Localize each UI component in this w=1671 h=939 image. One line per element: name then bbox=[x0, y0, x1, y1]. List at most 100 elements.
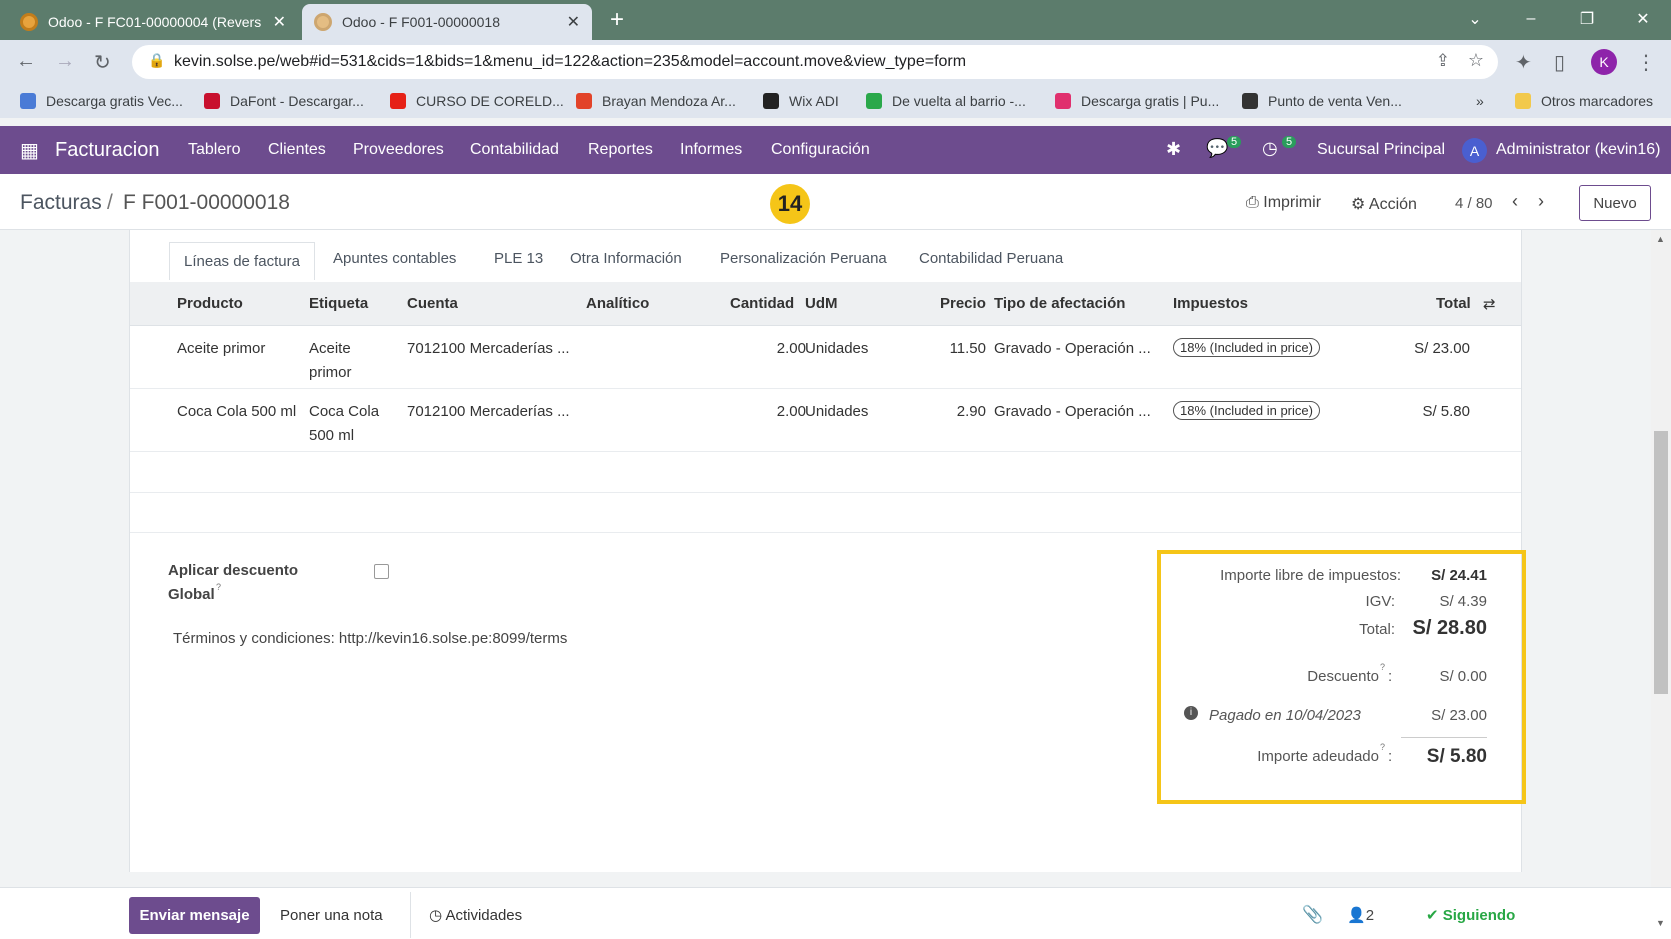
tab-lineas-factura[interactable]: Líneas de factura bbox=[169, 242, 315, 280]
app-name[interactable]: Facturacion bbox=[55, 139, 160, 162]
col-impuestos[interactable]: Impuestos bbox=[1173, 295, 1248, 312]
menu-reportes[interactable]: Reportes bbox=[588, 141, 653, 159]
new-button[interactable]: Nuevo bbox=[1579, 185, 1651, 221]
apps-grid-icon[interactable]: ▦ bbox=[20, 138, 39, 163]
other-bookmarks[interactable]: Otros marcadores bbox=[1515, 93, 1653, 109]
bookmark-item[interactable]: Wix ADI bbox=[763, 93, 839, 109]
untaxed-label: Importe libre de impuestos: bbox=[1220, 567, 1401, 584]
action-button[interactable]: ⚙ Acción bbox=[1351, 194, 1417, 214]
window-close-icon[interactable]: ✕ bbox=[1615, 0, 1671, 38]
messages-icon[interactable]: 💬 bbox=[1206, 138, 1228, 159]
side-panel-icon[interactable]: ▯ bbox=[1554, 50, 1565, 75]
chatter-bar: Enviar mensaje Poner una nota ◷ Activida… bbox=[0, 887, 1671, 939]
scroll-down-icon[interactable]: ▼ bbox=[1656, 918, 1665, 928]
paperclip-icon[interactable]: 📎 bbox=[1302, 905, 1323, 925]
odoo-favicon-icon bbox=[314, 13, 332, 31]
optional-columns-icon[interactable]: ⇄ bbox=[1483, 295, 1496, 313]
table-row[interactable]: Coca Cola 500 ml Coca Cola 500 ml 701210… bbox=[130, 389, 1521, 452]
tab-apuntes-contables[interactable]: Apuntes contables bbox=[333, 250, 456, 267]
line-qty: 2.00 bbox=[776, 340, 806, 357]
info-icon[interactable]: i bbox=[1184, 706, 1198, 720]
bookmark-item[interactable]: Descarga gratis Vec... bbox=[20, 93, 183, 109]
help-icon[interactable]: ? bbox=[216, 582, 221, 592]
following-button[interactable]: ✔ Siguiendo bbox=[1426, 906, 1515, 924]
extensions-icon[interactable]: ✦ bbox=[1515, 50, 1532, 75]
total-value: S/ 28.80 bbox=[1412, 617, 1487, 639]
menu-tablero[interactable]: Tablero bbox=[188, 141, 240, 159]
send-message-button[interactable]: Enviar mensaje bbox=[129, 897, 260, 934]
bookmark-item[interactable]: Descarga gratis | Pu... bbox=[1055, 93, 1219, 109]
more-bookmarks-icon[interactable]: » bbox=[1476, 93, 1484, 109]
profile-avatar[interactable]: K bbox=[1591, 49, 1617, 75]
menu-contabilidad[interactable]: Contabilidad bbox=[470, 141, 559, 159]
menu-configuracion[interactable]: Configuración bbox=[771, 141, 870, 159]
bookmark-item[interactable]: De vuelta al barrio -... bbox=[866, 93, 1026, 109]
col-etiqueta[interactable]: Etiqueta bbox=[309, 295, 368, 312]
tab-personalizacion-peruana[interactable]: Personalización Peruana bbox=[720, 250, 887, 267]
new-tab-icon[interactable]: + bbox=[610, 6, 624, 34]
bookmark-icon bbox=[1055, 93, 1071, 109]
col-total[interactable]: Total bbox=[1436, 295, 1471, 312]
tab-otra-informacion[interactable]: Otra Información bbox=[570, 250, 682, 267]
empty-row[interactable] bbox=[130, 452, 1521, 493]
scroll-up-icon[interactable]: ▲ bbox=[1656, 234, 1665, 244]
followers-button[interactable]: 👤2 bbox=[1347, 906, 1374, 924]
discount-label: Descuento bbox=[1307, 668, 1379, 685]
col-cuenta[interactable]: Cuenta bbox=[407, 295, 458, 312]
empty-row[interactable] bbox=[130, 493, 1521, 533]
restore-icon[interactable]: ❐ bbox=[1559, 0, 1615, 38]
tab-contabilidad-peruana[interactable]: Contabilidad Peruana bbox=[919, 250, 1063, 267]
print-button[interactable]: ⎙ Imprimir bbox=[1246, 194, 1321, 212]
address-bar[interactable]: 🔒 kevin.solse.pe/web#id=531&cids=1&bids=… bbox=[132, 45, 1498, 79]
back-icon[interactable]: ← bbox=[16, 50, 36, 73]
chevron-left-icon[interactable]: ‹ bbox=[1512, 191, 1518, 212]
help-icon[interactable]: ? bbox=[1380, 662, 1385, 672]
branch-switcher[interactable]: Sucursal Principal bbox=[1317, 141, 1445, 159]
pager-value[interactable]: 4 / 80 bbox=[1455, 195, 1493, 212]
share-icon[interactable]: ⇪ bbox=[1436, 51, 1450, 71]
col-tipo-afectacion[interactable]: Tipo de afectación bbox=[994, 295, 1125, 312]
bookmark-item[interactable]: DaFont - Descargar... bbox=[204, 93, 364, 109]
bookmark-item[interactable]: Punto de venta Ven... bbox=[1242, 93, 1402, 109]
line-affect: Gravado - Operación ... bbox=[994, 340, 1151, 357]
table-row[interactable]: Aceite primor Aceite primor 7012100 Merc… bbox=[130, 326, 1521, 389]
activities-clock-icon[interactable]: ◷ bbox=[1262, 138, 1278, 159]
tab-search-icon[interactable]: ⌄ bbox=[1447, 0, 1503, 38]
user-avatar[interactable]: A bbox=[1462, 138, 1487, 163]
chevron-right-icon[interactable]: › bbox=[1538, 191, 1544, 212]
activities-button[interactable]: ◷ Actividades bbox=[429, 906, 522, 924]
scroll-thumb[interactable] bbox=[1654, 431, 1668, 694]
browser-tab-2[interactable]: Odoo - F F001-00000018 ✕ bbox=[302, 4, 592, 40]
col-cantidad[interactable]: Cantidad bbox=[730, 295, 794, 312]
star-icon[interactable]: ☆ bbox=[1468, 50, 1484, 71]
tab-ple-13[interactable]: PLE 13 bbox=[494, 250, 543, 267]
global-discount-checkbox[interactable] bbox=[374, 564, 389, 579]
debug-bug-icon[interactable]: ✱ bbox=[1166, 139, 1181, 160]
line-uom: Unidades bbox=[805, 403, 869, 420]
log-note-button[interactable]: Poner una nota bbox=[280, 907, 383, 924]
user-menu[interactable]: Administrator (kevin16) bbox=[1496, 141, 1661, 159]
reload-icon[interactable]: ↻ bbox=[94, 50, 111, 75]
bookmark-icon bbox=[390, 93, 406, 109]
minimize-icon[interactable]: – bbox=[1503, 0, 1559, 38]
tab-title: Odoo - F FC01-00000004 (Revers bbox=[48, 14, 262, 30]
breadcrumb-root[interactable]: Facturas bbox=[20, 191, 102, 215]
menu-proveedores[interactable]: Proveedores bbox=[353, 141, 444, 159]
menu-informes[interactable]: Informes bbox=[680, 141, 742, 159]
scrollbar[interactable]: ▲ bbox=[1651, 230, 1671, 939]
col-producto[interactable]: Producto bbox=[177, 295, 243, 312]
menu-clientes[interactable]: Clientes bbox=[268, 141, 326, 159]
forward-icon[interactable]: → bbox=[55, 50, 75, 73]
col-udm[interactable]: UdM bbox=[805, 295, 838, 312]
bookmark-item[interactable]: CURSO DE CORELD... bbox=[390, 93, 564, 109]
close-icon[interactable]: ✕ bbox=[567, 12, 580, 32]
bookmark-icon bbox=[866, 93, 882, 109]
col-precio[interactable]: Precio bbox=[940, 295, 986, 312]
odoo-main-navbar: ▦ Facturacion Tablero Clientes Proveedor… bbox=[0, 126, 1671, 174]
bookmark-item[interactable]: Brayan Mendoza Ar... bbox=[576, 93, 736, 109]
browser-tab-1[interactable]: Odoo - F FC01-00000004 (Revers ✕ bbox=[8, 4, 298, 40]
menu-dots-icon[interactable]: ⋮ bbox=[1636, 50, 1656, 75]
close-icon[interactable]: ✕ bbox=[273, 12, 286, 32]
line-price: 2.90 bbox=[956, 403, 986, 420]
col-analitico[interactable]: Analítico bbox=[586, 295, 649, 312]
